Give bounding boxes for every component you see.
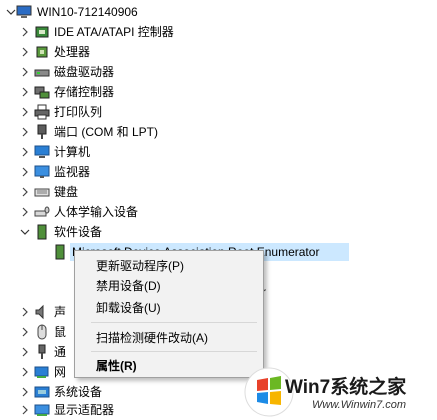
mouse-icon [37,324,47,340]
tree-item-hid[interactable]: 人体学输入设备 [0,202,437,222]
tree-item-software[interactable]: 软件设备 [0,222,437,242]
computer-name: WIN10-712140906 [37,5,138,19]
watermark-url: Www.Winwin7.com [312,399,407,411]
software-device-icon [55,244,65,260]
ide-controller-icon [35,26,49,38]
usb-icon [38,344,46,359]
monitor-icon [34,165,50,178]
tree-item-port[interactable]: 端口 (COM 和 LPT) [0,122,437,142]
speaker-icon [35,304,44,320]
menu-item-update-driver[interactable]: 更新驱动程序(P) [96,259,184,273]
tree-item-label: 键盘 [54,185,79,199]
hid-icon [34,206,50,217]
tree-item-label: 网 [54,365,67,379]
tree-item-computer[interactable]: 计算机 [0,142,437,162]
computer-icon [34,145,50,158]
software-device-icon [37,224,47,240]
context-menu: 更新驱动程序(P) 禁用设备(D) 卸载设备(U) 扫描检测硬件改动(A) 属性… [74,250,264,378]
tree-item-storage[interactable]: 存储控制器 [0,82,437,102]
tree-item-label: 显示适配器 [54,403,115,417]
tree-root[interactable]: WIN10-712140906 [0,2,437,22]
tree-item-label: 系统设备 [54,385,103,399]
chevron-right-icon[interactable] [19,404,31,416]
tree-item-label: 计算机 [54,145,91,159]
disk-drive-icon [34,69,50,77]
computer-icon [16,5,32,18]
menu-item-scan-hardware[interactable]: 扫描检测硬件改动(A) [96,331,208,345]
tree-item-disk[interactable]: 磁盘驱动器 [0,62,437,82]
chevron-right-icon[interactable] [19,186,31,198]
tree-item-label: 存储控制器 [54,85,115,99]
chevron-right-icon[interactable] [19,346,31,358]
printer-icon [34,104,50,120]
menu-separator [91,322,257,323]
tree-item-label: 鼠 [54,325,67,339]
chevron-right-icon[interactable] [19,66,31,78]
network-adapter-icon [34,366,49,378]
keyboard-icon [34,188,50,197]
tree-item-label: 监视器 [54,165,91,179]
chevron-right-icon[interactable] [19,166,31,178]
menu-item-properties[interactable]: 属性(R) [96,359,137,373]
tree-item-keyboard[interactable]: 键盘 [0,182,437,202]
tree-item-monitor[interactable]: 监视器 [0,162,437,182]
chevron-right-icon[interactable] [19,146,31,158]
processor-icon [36,46,48,58]
chevron-right-icon[interactable] [19,366,31,378]
tree-item-label: 打印队列 [54,105,103,119]
display-adapter-icon [34,404,50,416]
chevron-right-icon[interactable] [19,326,31,338]
menu-item-disable-device[interactable]: 禁用设备(D) [96,279,161,293]
chevron-right-icon[interactable] [19,46,31,58]
system-device-icon [34,386,50,398]
menu-separator [91,351,257,352]
tree-item-label: IDE ATA/ATAPI 控制器 [54,25,174,39]
tree-item-label: 磁盘驱动器 [54,65,115,79]
chevron-right-icon[interactable] [19,106,31,118]
chevron-right-icon[interactable] [19,386,31,398]
chevron-right-icon[interactable] [19,126,31,138]
tree-item-label: 端口 (COM 和 LPT) [54,125,158,139]
chevron-right-icon[interactable] [19,86,31,98]
tree-item-ide[interactable]: IDE ATA/ATAPI 控制器 [0,22,437,42]
tree-item-label: 软件设备 [54,225,103,239]
tree-item-label: 通 [54,345,67,359]
chevron-down-icon[interactable] [19,226,31,238]
storage-controller-icon [34,86,50,99]
chevron-right-icon[interactable] [19,26,31,38]
chevron-right-icon[interactable] [19,206,31,218]
tree-item-processor[interactable]: 处理器 [0,42,437,62]
tree-item-label: 声 [54,305,67,319]
port-icon [37,124,47,139]
tree-item-label: 处理器 [54,45,91,59]
menu-item-uninstall-device[interactable]: 卸载设备(U) [96,301,161,315]
tree-item-label: 人体学输入设备 [54,205,139,219]
chevron-right-icon[interactable] [19,306,31,318]
tree-item-printer[interactable]: 打印队列 [0,102,437,122]
watermark-brand: Win7系统之家 [285,377,407,398]
